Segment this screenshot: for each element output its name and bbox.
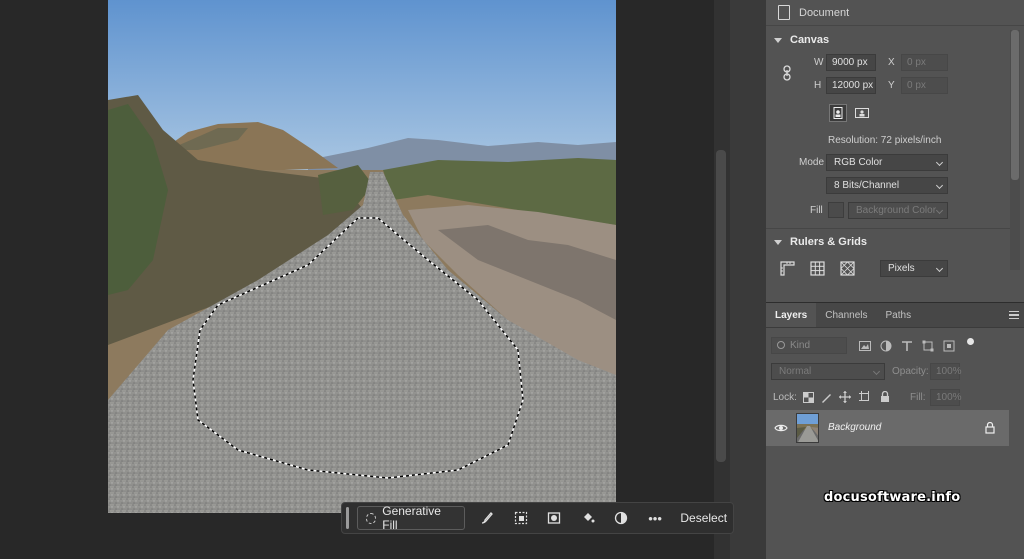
units-select[interactable]: Pixels <box>880 260 948 277</box>
blend-mode-select[interactable]: Normal <box>771 363 885 380</box>
fill-select[interactable]: Background Color <box>848 202 948 219</box>
filter-pixel-icon[interactable] <box>856 337 874 355</box>
pixel-grid-icon[interactable] <box>838 259 856 277</box>
divider <box>766 228 1010 229</box>
generative-fill-label: Generative Fill <box>382 504 441 532</box>
rulers-grids-section-header[interactable]: Rulers & Grids <box>766 234 1024 250</box>
generative-fill-icon <box>365 512 377 524</box>
scrollbar-thumb[interactable] <box>1011 30 1019 180</box>
tab-channels[interactable]: Channels <box>816 303 876 327</box>
contextual-task-bar: Generative Fill ••• Deselect <box>341 502 734 534</box>
link-icon[interactable] <box>778 64 796 82</box>
layers-panel: Layers Channels Paths Kind Normal Opacit… <box>766 302 1024 559</box>
grid-icon[interactable] <box>808 259 826 277</box>
tab-layers[interactable]: Layers <box>766 303 817 327</box>
fill-field[interactable]: 100% <box>930 389 962 406</box>
blend-mode-value: Normal <box>779 366 812 377</box>
chevron-down-icon <box>872 367 881 376</box>
lock-pixels-icon[interactable] <box>817 388 835 406</box>
lock-all-icon[interactable] <box>876 388 894 406</box>
canvas-section-label: Canvas <box>790 34 830 46</box>
lock-position-icon[interactable] <box>836 388 854 406</box>
y-field[interactable]: 0 px <box>901 77 948 94</box>
mask-icon[interactable] <box>543 506 566 530</box>
lock-label: Lock: <box>773 392 797 403</box>
filter-smart-object-icon[interactable] <box>940 337 958 355</box>
mode-value: RGB Color <box>834 157 883 168</box>
height-label: H <box>814 80 822 91</box>
filter-type-icon[interactable] <box>898 337 916 355</box>
properties-scrollbar[interactable] <box>1010 30 1020 270</box>
filter-toggle-icon[interactable] <box>967 338 974 345</box>
photo-canvas-svg <box>108 0 616 513</box>
portrait-orientation-icon[interactable] <box>829 104 847 122</box>
more-icon[interactable]: ••• <box>644 506 667 530</box>
mode-label: Mode <box>799 157 825 168</box>
landscape-orientation-icon[interactable] <box>853 104 871 122</box>
chevron-down-icon <box>935 206 944 215</box>
document-row: Document <box>766 0 1024 26</box>
canvas-area[interactable] <box>0 0 714 559</box>
brush-icon[interactable] <box>476 506 499 530</box>
width-field[interactable]: 9000 px <box>826 54 876 71</box>
lock-artboard-icon[interactable] <box>856 388 874 406</box>
document-photo[interactable] <box>108 0 616 513</box>
generative-fill-button[interactable]: Generative Fill <box>356 504 465 532</box>
eye-icon[interactable] <box>772 419 790 437</box>
mode-select[interactable]: RGB Color <box>826 154 948 171</box>
layer-row-background[interactable]: Background <box>766 410 1009 446</box>
canvas-section-header[interactable]: Canvas <box>766 32 1024 48</box>
units-value: Pixels <box>888 263 915 274</box>
width-label: W <box>814 57 824 68</box>
chevron-down-icon <box>935 181 944 190</box>
select-subject-icon[interactable] <box>509 506 532 530</box>
x-label: X <box>888 57 895 68</box>
chevron-down-icon <box>774 239 782 245</box>
deselect-button[interactable]: Deselect <box>680 511 727 525</box>
kind-placeholder: Kind <box>790 340 811 351</box>
layer-kind-filter[interactable]: Kind <box>771 337 847 354</box>
search-icon <box>777 341 785 349</box>
x-field[interactable]: 0 px <box>901 54 948 71</box>
adjustment-icon[interactable] <box>610 506 633 530</box>
opacity-label: Opacity: <box>892 366 929 377</box>
lock-transparent-icon[interactable] <box>799 388 817 406</box>
tab-paths[interactable]: Paths <box>877 303 921 327</box>
panel-gutter <box>730 0 766 559</box>
chevron-down-icon <box>774 37 782 43</box>
panel-menu-icon[interactable] <box>1009 311 1019 319</box>
rulers-grids-section-label: Rulers & Grids <box>790 236 868 248</box>
fill-bucket-icon[interactable] <box>577 506 600 530</box>
height-field[interactable]: 12000 px <box>826 77 876 94</box>
document-icon <box>778 5 790 20</box>
fill-value: Background Color <box>856 205 937 216</box>
ruler-icon[interactable] <box>778 259 796 277</box>
bit-depth-select[interactable]: 8 Bits/Channel <box>826 177 948 194</box>
layer-thumbnail <box>796 413 819 443</box>
opacity-field[interactable]: 100% <box>930 363 962 380</box>
fill-color-swatch[interactable] <box>828 202 844 218</box>
watermark-text: docusoftware.info <box>824 490 961 505</box>
fill-label: Fill <box>810 205 823 216</box>
chevron-down-icon <box>935 158 944 167</box>
filter-adjustment-icon[interactable] <box>877 337 895 355</box>
scrollbar-thumb[interactable] <box>716 150 726 462</box>
fill-label: Fill: <box>910 392 926 403</box>
filter-shape-icon[interactable] <box>919 337 937 355</box>
chevron-down-icon <box>935 264 944 273</box>
canvas-vertical-scrollbar[interactable] <box>714 0 730 559</box>
layer-name: Background <box>828 422 882 433</box>
resolution-text: Resolution: 72 pixels/inch <box>828 135 942 146</box>
document-label: Document <box>799 6 850 19</box>
layers-panel-tabs: Layers Channels Paths <box>766 303 1024 328</box>
lock-icon <box>981 419 999 437</box>
bit-depth-value: 8 Bits/Channel <box>834 180 900 191</box>
y-label: Y <box>888 80 895 91</box>
taskbar-drag-handle[interactable] <box>346 507 349 529</box>
